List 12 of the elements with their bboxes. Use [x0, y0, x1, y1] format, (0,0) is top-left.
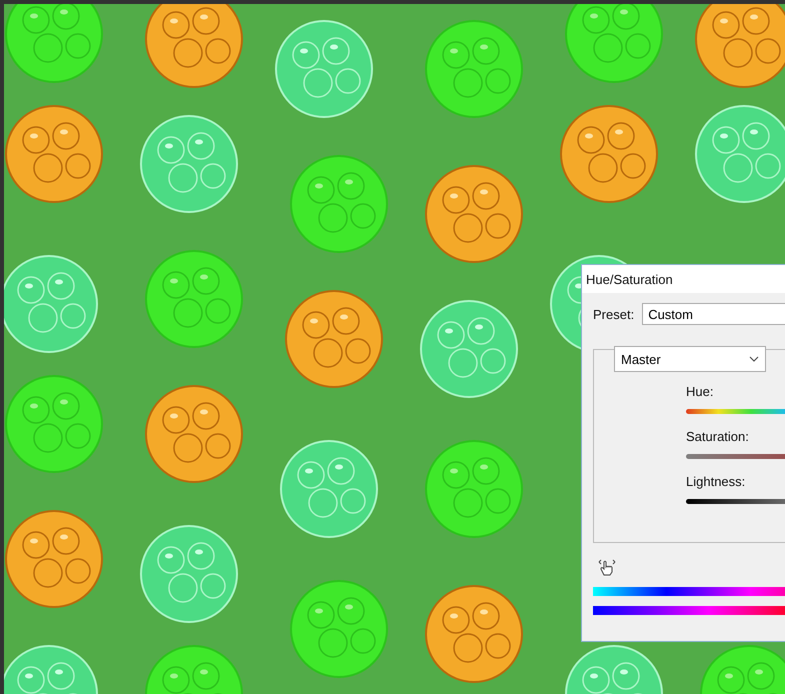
- slider-label: Lightness:: [686, 474, 746, 489]
- slider-label: Hue:: [686, 384, 714, 399]
- saturation-slider-track[interactable]: [686, 454, 785, 459]
- preset-dropdown[interactable]: Custom: [642, 303, 785, 325]
- hue-slider-track[interactable]: [686, 409, 785, 414]
- preset-label: Preset:: [593, 306, 634, 322]
- dialog-title: Hue/Saturation: [586, 272, 673, 286]
- channel-dropdown[interactable]: Master: [614, 346, 766, 372]
- slider-label: Saturation:: [686, 429, 750, 444]
- hand-pointer-icon[interactable]: [597, 557, 617, 577]
- chevron-down-icon: [749, 356, 759, 362]
- lightness-slider-track[interactable]: [686, 499, 785, 504]
